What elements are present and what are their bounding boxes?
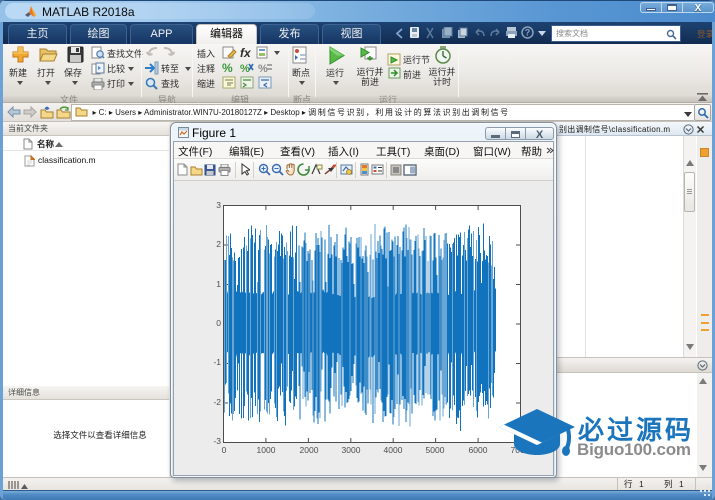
svg-text:%: % [258, 63, 268, 74]
svg-text:?: ? [525, 28, 531, 38]
svg-text:%: % [222, 61, 233, 74]
